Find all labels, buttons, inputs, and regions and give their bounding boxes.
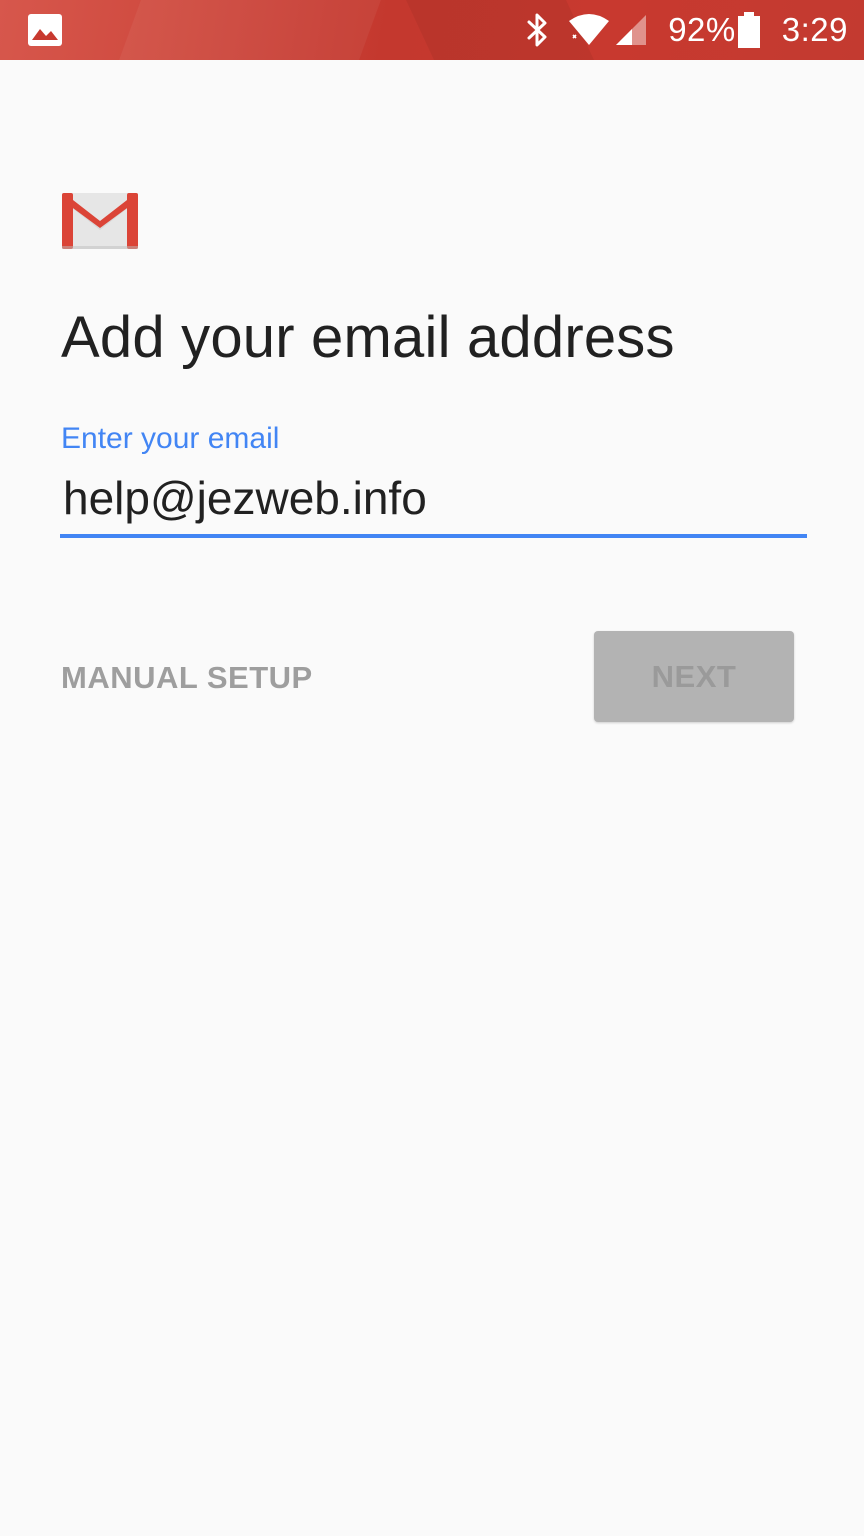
gmail-logo-icon [62, 193, 138, 249]
clock: 3:29 [781, 11, 848, 48]
next-button[interactable]: NEXT [594, 631, 794, 722]
battery-icon [737, 12, 760, 48]
cell-signal-icon [616, 15, 647, 45]
bluetooth-icon [527, 13, 547, 47]
page-title: Add your email address [61, 305, 675, 370]
email-field[interactable] [60, 462, 807, 538]
email-field-label: Enter your email [61, 422, 280, 455]
status-bar: 92% 3:29 [0, 0, 864, 60]
battery-percent: 92% [668, 11, 736, 48]
status-icons: 92% 3:29 [526, 0, 848, 60]
manual-setup-button[interactable]: MANUAL SETUP [61, 652, 313, 704]
wifi-icon [569, 14, 610, 45]
status-bar-facet [119, 0, 381, 60]
image-icon [28, 14, 62, 46]
